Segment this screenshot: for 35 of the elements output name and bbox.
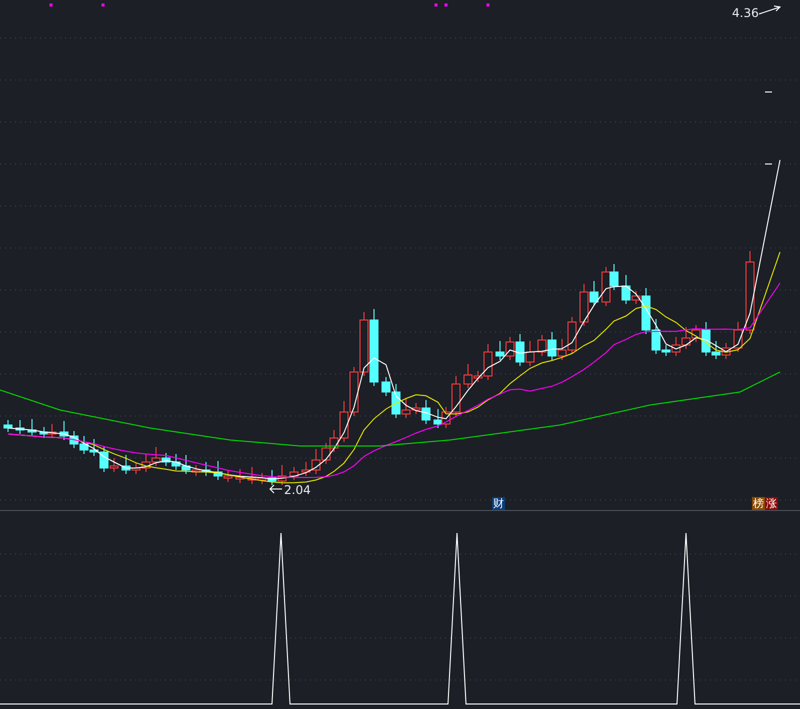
candle <box>734 322 742 352</box>
candle <box>496 340 504 360</box>
candle <box>278 464 286 486</box>
finance-badge: 财 <box>492 497 505 510</box>
candle <box>548 332 556 360</box>
rank-badge: 榜 <box>752 497 765 510</box>
candle <box>682 326 690 350</box>
candle <box>202 462 210 476</box>
arrow-icon <box>758 6 782 14</box>
high-price-label: 4.36 <box>732 6 759 20</box>
candle <box>506 336 514 360</box>
candle <box>268 470 276 486</box>
candle <box>70 430 78 448</box>
candle <box>172 454 180 470</box>
candle <box>290 466 298 480</box>
candle <box>236 468 244 484</box>
candle <box>538 334 546 356</box>
candle <box>4 420 12 432</box>
candle <box>60 420 68 440</box>
candle <box>16 420 24 434</box>
limit-up-badge: 涨 <box>765 497 778 510</box>
candle <box>28 418 36 436</box>
arrow-icon <box>269 484 282 494</box>
low-price-label: 2.04 <box>284 483 311 497</box>
candle <box>152 446 160 466</box>
candle <box>80 436 88 454</box>
candle <box>434 408 442 428</box>
candle <box>360 312 368 376</box>
candle <box>350 366 358 416</box>
candle <box>722 342 730 360</box>
candle <box>322 442 330 464</box>
candle <box>526 340 534 366</box>
candle <box>162 452 170 466</box>
candle <box>516 334 524 366</box>
candle <box>48 424 56 438</box>
